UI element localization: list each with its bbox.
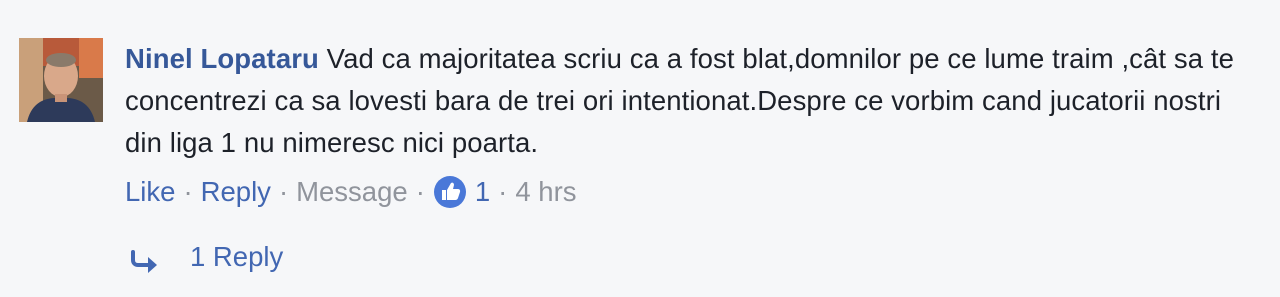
reply-arrow-icon bbox=[130, 245, 162, 273]
separator: · bbox=[415, 176, 425, 207]
avatar-image bbox=[19, 38, 103, 122]
avatar[interactable] bbox=[19, 38, 103, 122]
timestamp[interactable]: 4 hrs bbox=[515, 172, 576, 212]
separator: · bbox=[498, 176, 508, 207]
thumbs-up-icon[interactable] bbox=[433, 175, 467, 209]
separator: · bbox=[183, 176, 193, 207]
like-button[interactable]: Like bbox=[125, 172, 175, 212]
comment-body: Ninel Lopataru Vad ca majoritatea scriu … bbox=[125, 38, 1245, 164]
separator: · bbox=[278, 176, 289, 207]
like-count[interactable]: 1 bbox=[475, 172, 490, 212]
replies-label[interactable]: 1 Reply bbox=[190, 237, 283, 277]
comment: Ninel Lopataru Vad ca majoritatea scriu … bbox=[0, 0, 1280, 297]
reply-button[interactable]: Reply bbox=[201, 172, 271, 212]
author-name[interactable]: Ninel Lopataru bbox=[125, 43, 319, 74]
comment-actions: Like · Reply · Message · 1 · 4 hrs bbox=[125, 172, 576, 212]
message-button[interactable]: Message bbox=[296, 172, 408, 212]
view-replies-link[interactable]: 1 Reply bbox=[130, 237, 283, 277]
